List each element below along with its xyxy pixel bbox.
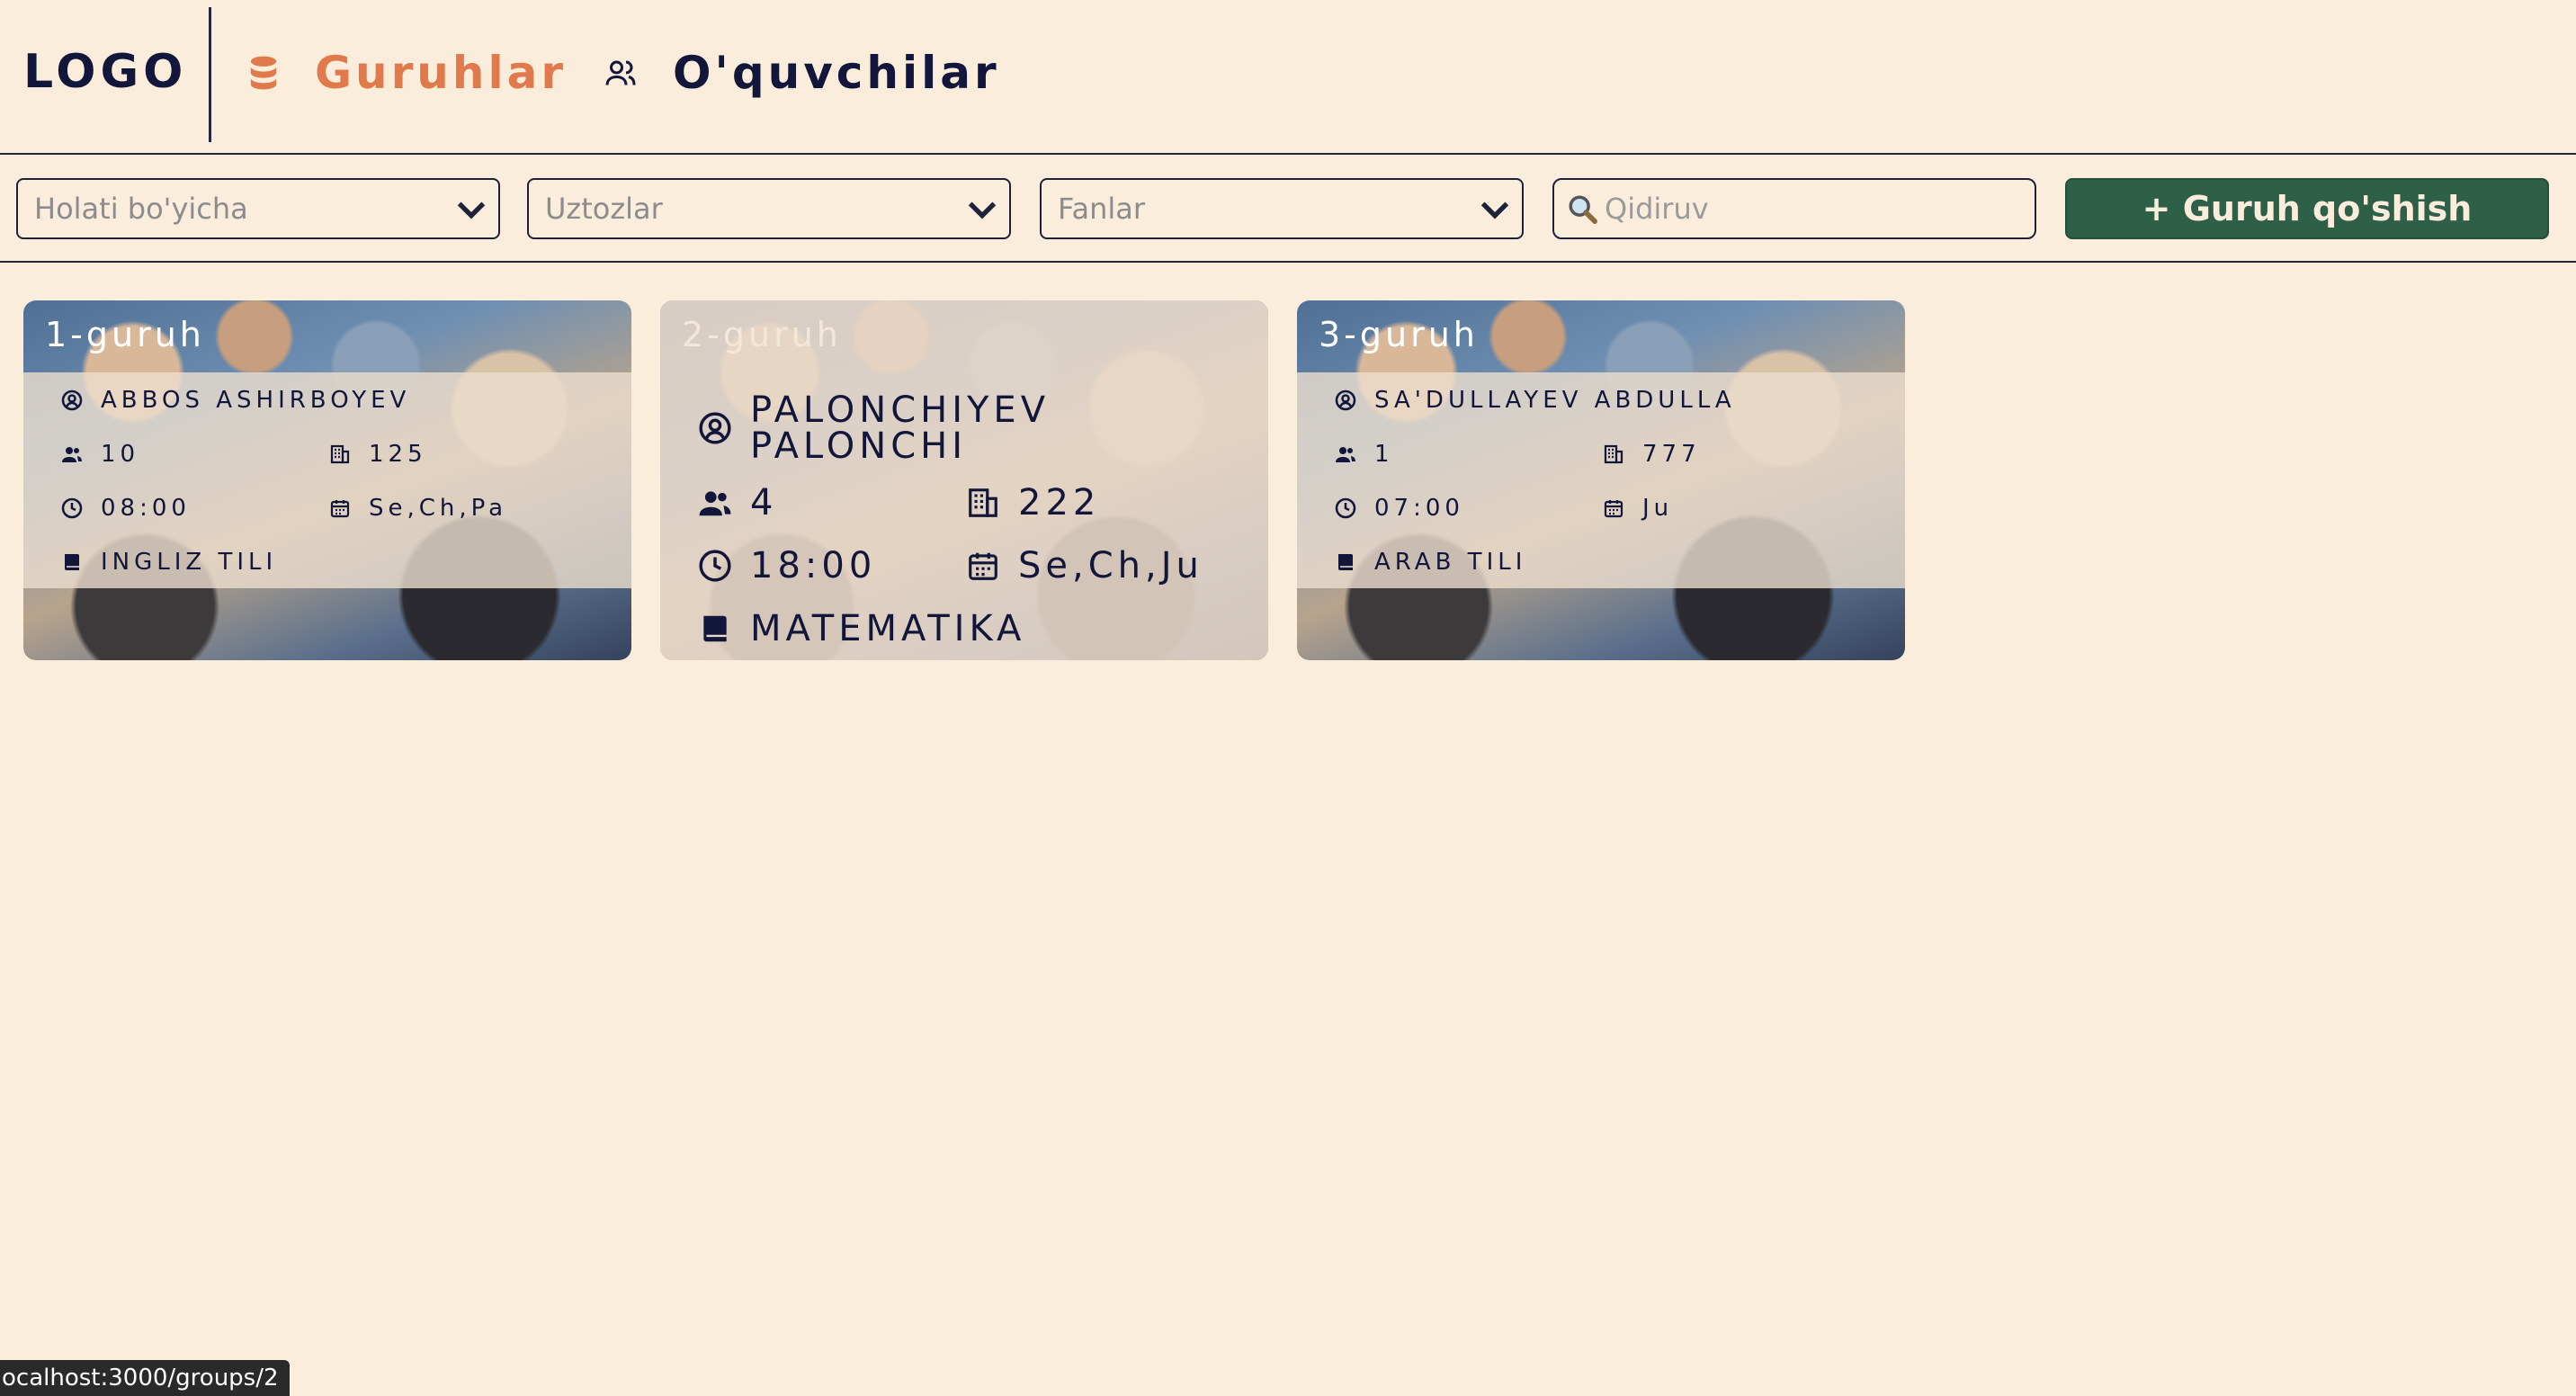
- book-icon: [1338, 554, 1353, 570]
- card-overlay: [660, 300, 1268, 660]
- card-students: 4: [698, 482, 777, 524]
- card-subject: INGLIZ TILI: [61, 549, 277, 576]
- room-number: 125: [369, 441, 427, 468]
- search-icon: [1569, 195, 1597, 224]
- chevron-down-icon: [968, 201, 997, 219]
- card-teacher: PALONCHIYEV PALONCHI: [698, 392, 1050, 464]
- nav-label-groups: Guruhlar: [315, 47, 568, 99]
- users-icon: [62, 447, 82, 462]
- users-icon: [1336, 447, 1355, 462]
- card-students: 1: [1335, 441, 1394, 468]
- building-icon: [1604, 444, 1623, 464]
- teacher-name-line2: PALONCHI: [750, 425, 967, 467]
- header-divider: [209, 7, 211, 142]
- card-title: 1-guruh: [45, 315, 205, 354]
- subjects-select[interactable]: Fanlar: [1040, 178, 1524, 239]
- card-subject: MATEMATIKA: [698, 608, 1025, 649]
- chevron-down-icon: [1480, 201, 1509, 219]
- filter-toolbar: Holati bo'yicha Uztozlar Fanlar + Guruh …: [0, 157, 2576, 263]
- nav-item-groups[interactable]: Guruhlar: [248, 47, 567, 99]
- students-count: 10: [101, 441, 140, 468]
- subject-name: INGLIZ TILI: [101, 549, 278, 576]
- card-time: 08:00: [61, 495, 191, 522]
- students-count: 4: [750, 482, 778, 524]
- book-icon: [65, 554, 79, 570]
- user-circle-icon: [1335, 389, 1356, 411]
- teacher-name: ABBOS ASHIRBOYEV: [101, 387, 411, 414]
- room-number: 222: [1018, 482, 1101, 524]
- teachers-select-value: Uztozlar: [545, 192, 663, 226]
- card-teacher: ABBOS ASHIRBOYEV: [61, 387, 410, 414]
- card-subject: ARAB TILI: [1335, 549, 1526, 576]
- users-icon: [605, 60, 636, 85]
- group-card-3[interactable]: 3-guruh SA'DULLAYEV ABDULLA 1 777 07:00 …: [1297, 300, 1905, 660]
- lesson-time: 08:00: [101, 495, 191, 522]
- user-circle-icon: [61, 389, 83, 411]
- subjects-select-value: Fanlar: [1058, 192, 1146, 226]
- subject-name: MATEMATIKA: [750, 608, 1026, 649]
- lesson-days: Se,Ch,Ju: [1018, 545, 1203, 586]
- group-card-1[interactable]: 1-guruh ABBOS ASHIRBOYEV 10 125 08:00 Se…: [23, 300, 631, 660]
- calendar-icon: [969, 552, 997, 580]
- teacher-name-line1: PALONCHIYEV: [750, 389, 1051, 431]
- app-header: LOGO Guruhlar O'quvchilar: [0, 0, 2576, 155]
- status-select-value: Holati bo'yicha: [34, 192, 248, 226]
- card-days: Se,Ch,Pa: [329, 495, 507, 522]
- teacher-name: SA'DULLAYEV ABDULLA: [1374, 387, 1736, 414]
- lesson-days: Ju: [1642, 495, 1674, 522]
- card-room: 777: [1603, 441, 1701, 468]
- card-days: Ju: [1603, 495, 1673, 522]
- clock-icon: [699, 550, 731, 582]
- group-card-2[interactable]: 2-guruh PALONCHIYEV PALONCHI 4 222 18:00…: [660, 300, 1268, 660]
- card-days: Se,Ch,Ju: [966, 545, 1203, 586]
- card-students: 10: [61, 441, 139, 468]
- lesson-days: Se,Ch,Pa: [369, 495, 508, 522]
- room-number: 777: [1642, 441, 1701, 468]
- search-input[interactable]: [1605, 192, 2018, 226]
- browser-status-bar: ocalhost:3000/groups/2: [0, 1360, 290, 1396]
- book-icon: [703, 615, 727, 642]
- add-group-button[interactable]: + Guruh qo'shish: [2065, 178, 2549, 239]
- card-title: 3-guruh: [1319, 315, 1479, 354]
- nav-item-students[interactable]: O'quvchilar: [604, 47, 1000, 99]
- user-circle-icon: [699, 412, 731, 444]
- card-time: 18:00: [698, 545, 876, 586]
- database-icon: [250, 56, 277, 90]
- nav-label-students: O'quvchilar: [673, 47, 1000, 99]
- subject-name: ARAB TILI: [1374, 549, 1527, 576]
- teachers-select[interactable]: Uztozlar: [527, 178, 1011, 239]
- card-room: 125: [329, 441, 427, 468]
- calendar-icon: [330, 500, 350, 518]
- clock-icon: [61, 497, 83, 519]
- card-room: 222: [966, 482, 1100, 524]
- card-title: 2-guruh: [682, 315, 842, 354]
- calendar-icon: [1604, 500, 1623, 518]
- logo: LOGO: [23, 45, 188, 99]
- clock-icon: [1335, 497, 1356, 519]
- students-count: 1: [1374, 441, 1394, 468]
- lesson-time: 18:00: [750, 545, 877, 586]
- chevron-down-icon: [457, 201, 486, 219]
- search-box[interactable]: [1552, 178, 2036, 239]
- building-icon: [969, 488, 997, 517]
- building-icon: [330, 444, 350, 464]
- status-select[interactable]: Holati bo'yicha: [16, 178, 500, 239]
- lesson-time: 07:00: [1374, 495, 1464, 522]
- users-icon: [699, 491, 731, 516]
- card-teacher: SA'DULLAYEV ABDULLA: [1335, 387, 1736, 414]
- card-time: 07:00: [1335, 495, 1464, 522]
